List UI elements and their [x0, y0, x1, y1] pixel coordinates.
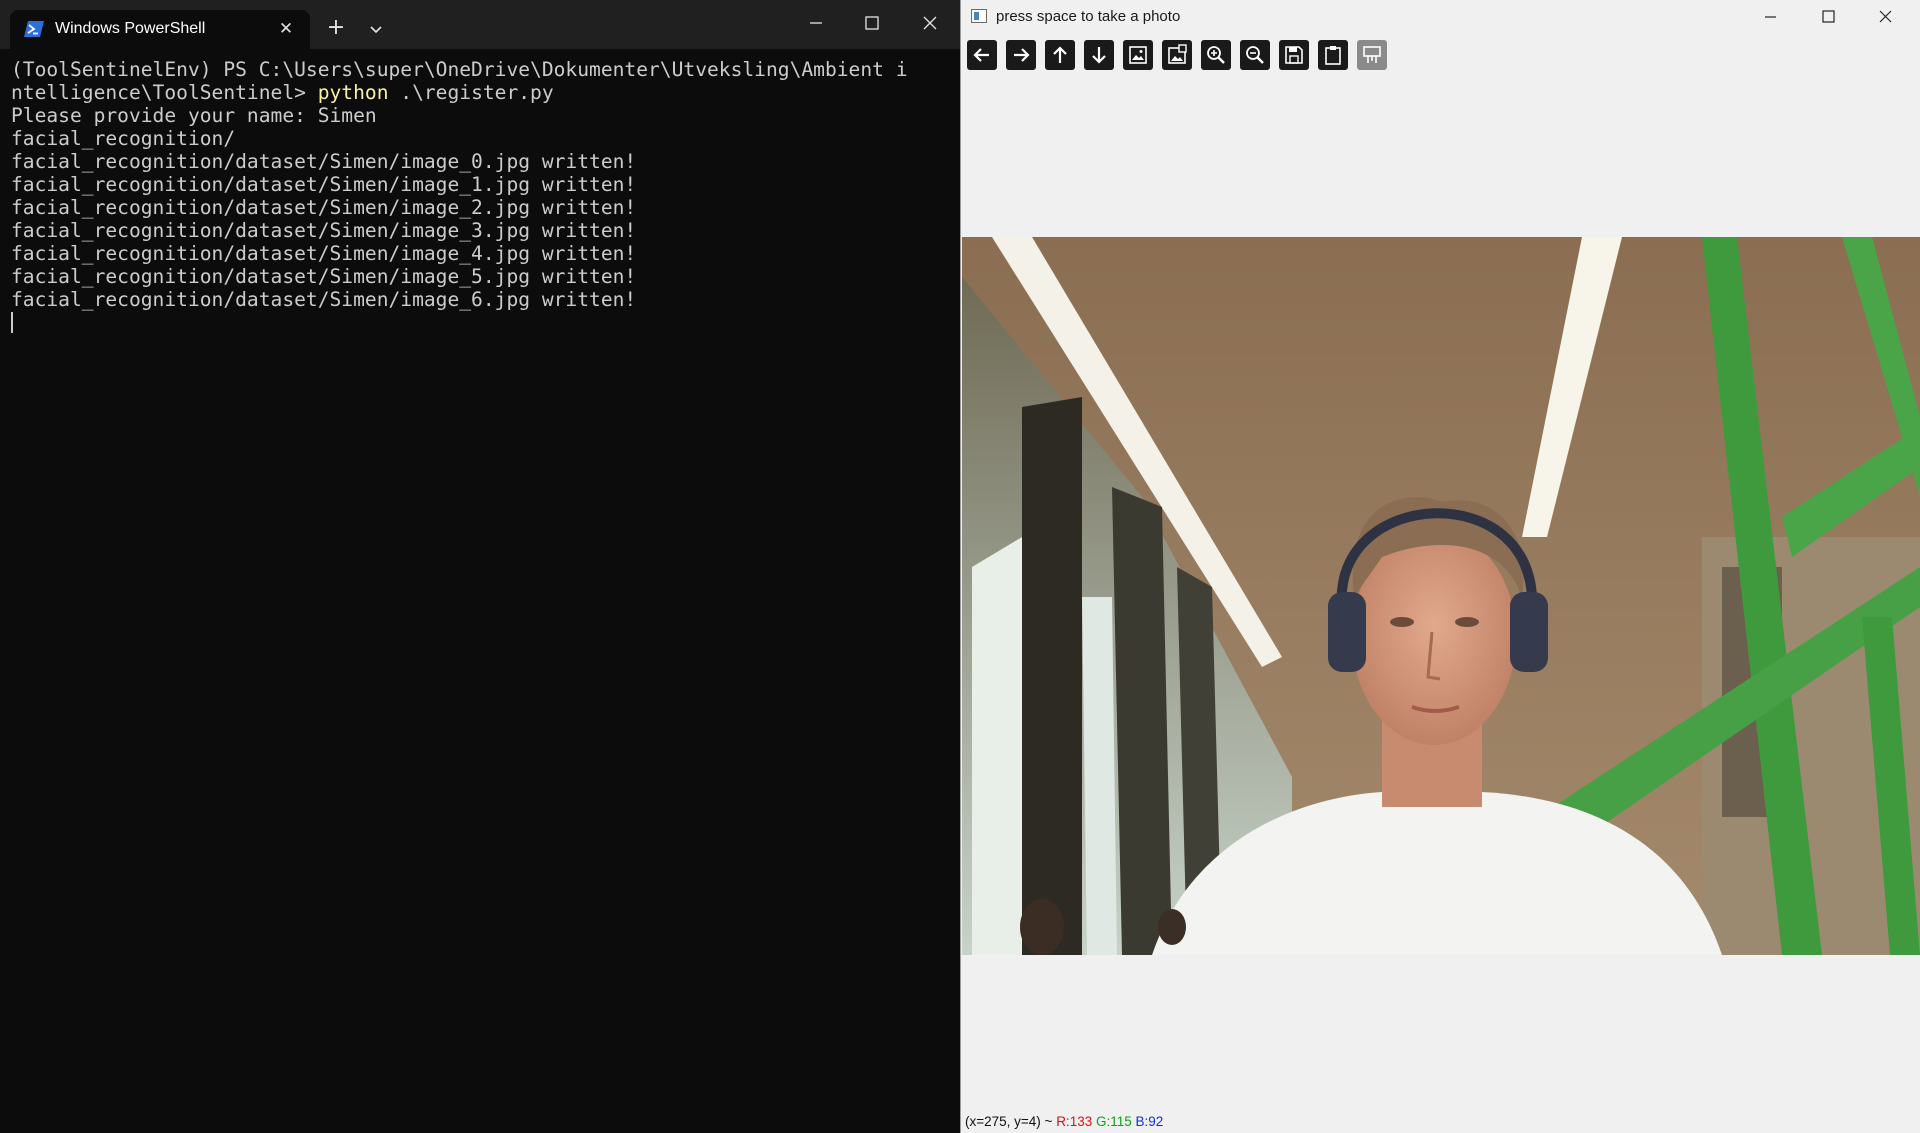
zoom-original-icon[interactable] — [1123, 40, 1153, 70]
close-icon[interactable] — [910, 4, 950, 40]
minimize-icon[interactable] — [1747, 0, 1793, 34]
copy-clipboard-icon[interactable] — [1318, 40, 1348, 70]
command-keyword: python — [317, 81, 389, 104]
minimize-icon[interactable] — [796, 4, 836, 40]
window-title: press space to take a photo — [996, 8, 1181, 25]
terminal-line: (ToolSentinelEnv) PS C:\Users\super\OneD… — [11, 58, 908, 81]
terminal-line: facial_recognition/dataset/Simen/image_5… — [11, 265, 637, 288]
cursor-coordinates: (x=275, y=4) ~ — [965, 1114, 1057, 1129]
terminal-window[interactable]: Windows PowerShell ✕ + (ToolSentinelEnv)… — [0, 0, 960, 1133]
chevron-down-icon[interactable] — [362, 16, 390, 44]
terminal-line: facial_recognition/dataset/Simen/image_4… — [11, 242, 637, 265]
properties-icon[interactable] — [1357, 40, 1387, 70]
pan-left-icon[interactable] — [967, 40, 997, 70]
terminal-tab-bar: Windows PowerShell ✕ + — [0, 0, 960, 49]
terminal-line: facial_recognition/ — [11, 127, 236, 150]
command-args: .\register.py — [388, 81, 554, 104]
pan-down-icon[interactable] — [1084, 40, 1114, 70]
terminal-line: facial_recognition/dataset/Simen/image_3… — [11, 219, 637, 242]
close-tab-icon[interactable]: ✕ — [274, 17, 298, 41]
zoom-out-icon[interactable] — [1240, 40, 1270, 70]
terminal-cursor-line — [11, 311, 956, 334]
status-bar: (x=275, y=4) ~ R:133 G:115 B:92 — [965, 1114, 1163, 1129]
zoom-fit-icon[interactable] — [1162, 40, 1192, 70]
powershell-icon — [24, 21, 44, 37]
camera-preview-image[interactable] — [962, 237, 1920, 955]
prompt-text: ntelligence\ToolSentinel> — [11, 81, 318, 104]
maximize-icon[interactable] — [1805, 0, 1851, 34]
terminal-line: facial_recognition/dataset/Simen/image_1… — [11, 173, 637, 196]
opencv-title-bar[interactable]: press space to take a photo — [961, 0, 1920, 34]
zoom-in-icon[interactable] — [1201, 40, 1231, 70]
terminal-line: facial_recognition/dataset/Simen/image_6… — [11, 288, 637, 311]
maximize-icon[interactable] — [852, 4, 892, 40]
new-tab-button[interactable]: + — [322, 14, 350, 42]
terminal-line: facial_recognition/dataset/Simen/image_0… — [11, 150, 637, 173]
opencv-window[interactable]: press space to take a photo (x=275, y=4)… — [960, 0, 1920, 1133]
tab-title: Windows PowerShell — [55, 20, 206, 37]
text-cursor — [11, 312, 13, 333]
pixel-blue-value: B:92 — [1135, 1114, 1164, 1129]
pan-right-icon[interactable] — [1006, 40, 1036, 70]
close-icon[interactable] — [1863, 0, 1909, 34]
window-app-icon — [971, 9, 987, 23]
terminal-line: facial_recognition/dataset/Simen/image_2… — [11, 196, 637, 219]
pixel-red-value: R:133 — [1056, 1114, 1093, 1129]
pan-up-icon[interactable] — [1045, 40, 1075, 70]
terminal-output[interactable]: (ToolSentinelEnv) PS C:\Users\super\OneD… — [11, 58, 956, 334]
pixel-green-value: G:115 — [1095, 1114, 1132, 1129]
terminal-line: Please provide your name: Simen — [11, 104, 377, 127]
terminal-line: ntelligence\ToolSentinel> python .\regis… — [11, 81, 956, 104]
tab-windows-powershell[interactable]: Windows PowerShell ✕ — [10, 10, 310, 49]
save-icon[interactable] — [1279, 40, 1309, 70]
